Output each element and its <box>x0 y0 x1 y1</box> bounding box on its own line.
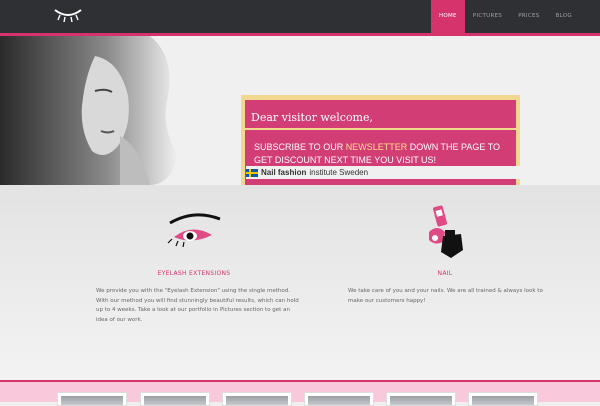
gallery-strip <box>0 380 600 406</box>
closed-eye-lash-icon[interactable] <box>52 6 84 24</box>
tagline-bold: Nail fashion <box>261 168 307 177</box>
gallery-thumb[interactable] <box>468 392 538 406</box>
site-header: Home Pictures Prices Blog <box>0 0 600 36</box>
service-title-nail: Nail <box>437 270 453 277</box>
gallery-thumb[interactable] <box>222 392 292 406</box>
service-title-eyelash: Eyelash extensions <box>157 270 231 277</box>
nav-pictures[interactable]: Pictures <box>465 0 510 33</box>
gallery-thumb-image <box>308 396 370 405</box>
welcome-divider <box>245 128 516 130</box>
gallery-thumb-image <box>61 396 123 405</box>
gallery-thumb-image <box>226 396 288 405</box>
nail-polish-icon <box>429 205 463 258</box>
service-text-nail: We take care of you and your nails. We a… <box>348 288 543 304</box>
tagline-rest: institute Sweden <box>309 168 369 177</box>
gallery-thumb-image <box>144 396 206 405</box>
newsletter-message-start: SUBSCRIBE TO OUR <box>254 142 346 152</box>
gallery-thumb-image <box>390 396 452 405</box>
nav-blog[interactable]: Blog <box>548 0 580 33</box>
institute-tagline: Nail fashion institute Sweden <box>246 166 520 179</box>
swedish-flag-icon <box>246 168 258 177</box>
gallery-thumb-image <box>472 396 534 405</box>
eye-makeup-icon <box>167 213 221 248</box>
gallery-thumb[interactable] <box>57 392 127 406</box>
gallery-thumb[interactable] <box>304 392 374 406</box>
main-nav: Home Pictures Prices Blog <box>430 0 580 33</box>
gallery-thumb[interactable] <box>140 392 210 406</box>
welcome-title: Dear visitor welcome, <box>251 111 373 124</box>
service-text-eyelash: We provide you with the "Eyelash Extensi… <box>96 288 299 323</box>
newsletter-message: SUBSCRIBE TO OUR NEWSLETTER DOWN THE PAG… <box>254 141 520 167</box>
services-section <box>0 185 600 380</box>
nav-prices[interactable]: Prices <box>510 0 547 33</box>
hero-portrait-image <box>0 36 190 185</box>
nav-home[interactable]: Home <box>430 0 465 33</box>
gallery-thumb[interactable] <box>386 392 456 406</box>
newsletter-highlight[interactable]: NEWSLETTER <box>346 142 408 152</box>
